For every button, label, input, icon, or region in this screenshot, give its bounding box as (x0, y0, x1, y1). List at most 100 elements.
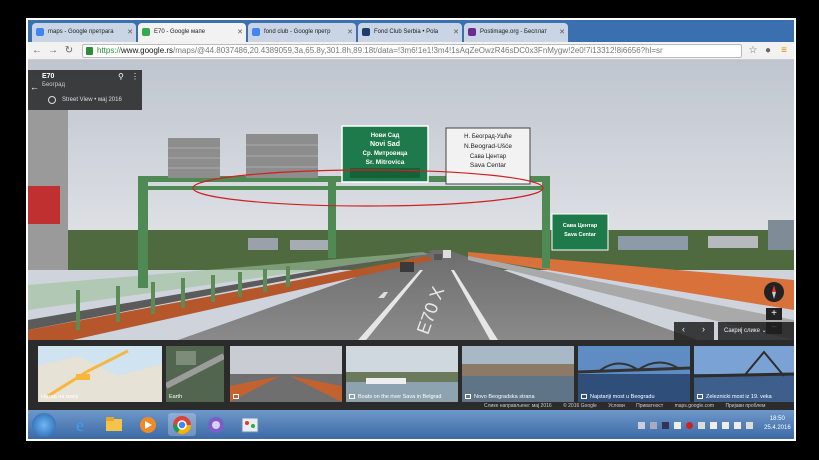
sign-left-line-1: Нови Сад (371, 133, 400, 139)
tray-app-icon[interactable] (638, 422, 645, 429)
reload-icon[interactable]: ↻ (62, 44, 76, 58)
close-tab-icon[interactable]: ✕ (127, 28, 133, 36)
chevron-left-icon[interactable]: ‹ (682, 324, 685, 334)
map-pin-icon[interactable]: ⚲ (118, 72, 124, 81)
report-problem-link[interactable]: Пријави проблем (725, 403, 765, 409)
location-title: E70 (42, 73, 55, 80)
map-attribution: Слике направљене: мај 2016 © 2016 Google… (484, 403, 775, 409)
forward-arrow-icon[interactable]: → (46, 44, 60, 58)
browser-tab[interactable]: fond club - Google претр ✕ (248, 23, 356, 42)
tray-app-icon[interactable] (746, 422, 753, 429)
camera-icon (233, 394, 239, 399)
clock-time: 18:50 (769, 416, 785, 422)
file-explorer-icon[interactable] (100, 413, 128, 436)
sign-right-line-3: Сава Центар (470, 154, 507, 160)
terms-link[interactable]: Услови (608, 403, 625, 409)
browser-tab[interactable]: Postimage.org - Бесплат ✕ (464, 23, 568, 42)
google-favicon-icon (36, 28, 44, 36)
image-navigation: ‹ › (674, 322, 714, 340)
photo-caption: Boats on the river Sava in Belgrad (358, 394, 442, 400)
streetview-date[interactable]: Street View • мај 2016 (62, 97, 122, 103)
extension-icon[interactable]: ● (761, 44, 775, 58)
tray-antivirus-icon[interactable] (686, 422, 693, 429)
sign-left-line-4: Sr. Mitrovica (366, 159, 405, 166)
url-scheme: https:// (97, 46, 122, 55)
sign-right-line-4: Sava Centar (470, 162, 507, 169)
history-clock-icon[interactable] (48, 96, 56, 104)
sign-right-line-2: N.Beograd-Ušće (464, 143, 512, 150)
hide-imagery-button[interactable]: Сакриј слике ⌄ (718, 322, 794, 340)
sign-small-line-2: Sava Centar (564, 232, 597, 238)
media-player-icon[interactable] (134, 413, 162, 436)
back-arrow-icon[interactable]: ← (30, 82, 39, 92)
street-view-image: E70 X Нови Сад Novi Sad Ср. Митровица Sr… (28, 60, 794, 340)
more-options-icon[interactable]: ⋮ (131, 72, 139, 81)
forum-favicon-icon (362, 28, 370, 36)
internet-explorer-icon[interactable]: e (66, 413, 94, 436)
photo-thumbnail[interactable]: Najstariji most u Beogradu (578, 346, 690, 402)
navigation-bar: ← → ↻ https://www.google.rs/maps/@44.803… (28, 42, 794, 60)
close-tab-icon[interactable]: ✕ (453, 28, 459, 36)
close-tab-icon[interactable]: ✕ (237, 28, 243, 36)
close-tab-icon[interactable]: ✕ (559, 28, 565, 36)
location-info-card: ← E70 Београд ⚲ ⋮ Street View • мај 2016 (28, 70, 142, 110)
screenshot-frame: maps - Google претрага ✕ E70 - Google ма… (0, 0, 819, 460)
photo-caption: Novo Beogradska strana (474, 394, 535, 400)
tab-label: Fond Club Serbia • Pola (374, 29, 439, 35)
chrome-icon[interactable] (168, 413, 196, 436)
tab-label: fond club - Google претр (264, 29, 331, 35)
attribution-copyright: © 2016 Google (563, 403, 597, 409)
action-center-flag-icon[interactable] (698, 422, 705, 429)
photo-thumbnail[interactable]: Novo Beogradska strana (462, 346, 574, 402)
sign-left-line-2: Novi Sad (370, 141, 400, 148)
windows-start-icon[interactable] (32, 413, 56, 437)
url-path: /maps/@44.8037486,20.4389059,3a,65.8y,30… (173, 46, 663, 55)
tray-app-icon[interactable] (662, 422, 669, 429)
photo-thumbnail[interactable]: Boats on the river Sava in Belgrad (346, 346, 458, 402)
speaker-volume-icon[interactable] (722, 422, 729, 429)
network-signal-icon[interactable] (710, 422, 717, 429)
postimage-favicon-icon (468, 28, 476, 36)
close-tab-icon[interactable]: ✕ (347, 28, 353, 36)
tab-strip: maps - Google претрага ✕ E70 - Google ма… (28, 20, 794, 42)
zoom-in-button[interactable]: + (766, 308, 782, 320)
tab-label: E70 - Google мапе (154, 29, 206, 35)
clock-date: 25.4.2016 (764, 425, 791, 431)
photo-thumbnail[interactable] (230, 346, 342, 402)
system-clock[interactable]: 18:50 25.4.2016 (764, 415, 791, 433)
street-view-panorama[interactable]: E70 X Нови Сад Novi Sad Ср. Митровица Sr… (28, 60, 794, 340)
photo-caption: Najstariji most u Beogradu (590, 394, 655, 400)
lock-icon (86, 47, 93, 55)
browser-tab[interactable]: maps - Google претрага ✕ (32, 23, 136, 42)
back-arrow-icon[interactable]: ← (30, 44, 44, 58)
paint-icon[interactable] (236, 413, 264, 436)
chevron-down-icon: ⌄ (761, 328, 767, 334)
address-bar[interactable]: https://www.google.rs/maps/@44.8037486,2… (82, 44, 742, 58)
tab-label: maps - Google претрага (48, 29, 114, 35)
star-bookmark-icon[interactable]: ☆ (746, 44, 760, 58)
app-icon[interactable] (202, 413, 230, 436)
photo-thumbnail-strip: Назад на мапу Earth Boats on the river S… (28, 340, 794, 410)
hide-imagery-label: Сакриј слике (724, 328, 760, 334)
compass-icon[interactable] (764, 282, 784, 302)
url-host: www.google.rs (121, 46, 174, 55)
map-thumbnail[interactable]: Назад на мапу (38, 346, 162, 402)
windows-taskbar: e 18:50 25.4.2016 (28, 410, 794, 439)
photo-thumbnail[interactable]: Zeleznicki most iz 19. veka (694, 346, 794, 402)
tray-app-icon[interactable] (650, 422, 657, 429)
svg-text:e: e (76, 415, 84, 435)
chevron-right-icon[interactable]: › (702, 324, 705, 334)
earth-thumbnail[interactable]: Earth (166, 346, 224, 402)
menu-icon[interactable]: ≡ (777, 44, 791, 58)
privacy-link[interactable]: Приватност (636, 403, 663, 409)
browser-tab[interactable]: Fond Club Serbia • Pola ✕ (358, 23, 462, 42)
attribution-imagery-date: Слике направљене: мај 2016 (484, 403, 552, 409)
sign-right-line-1: Н. Београд-Ушће (464, 134, 512, 140)
location-subtitle: Београд (42, 82, 65, 88)
maps-link[interactable]: maps.google.com (675, 403, 714, 409)
sign-small-line-1: Сава Центар (563, 223, 598, 229)
tray-app-icon[interactable] (674, 422, 681, 429)
back-to-map-label: Назад на мапу (41, 394, 79, 400)
keyboard-layout-icon[interactable] (734, 422, 741, 429)
browser-tab-active[interactable]: E70 - Google мапе ✕ (138, 23, 246, 42)
